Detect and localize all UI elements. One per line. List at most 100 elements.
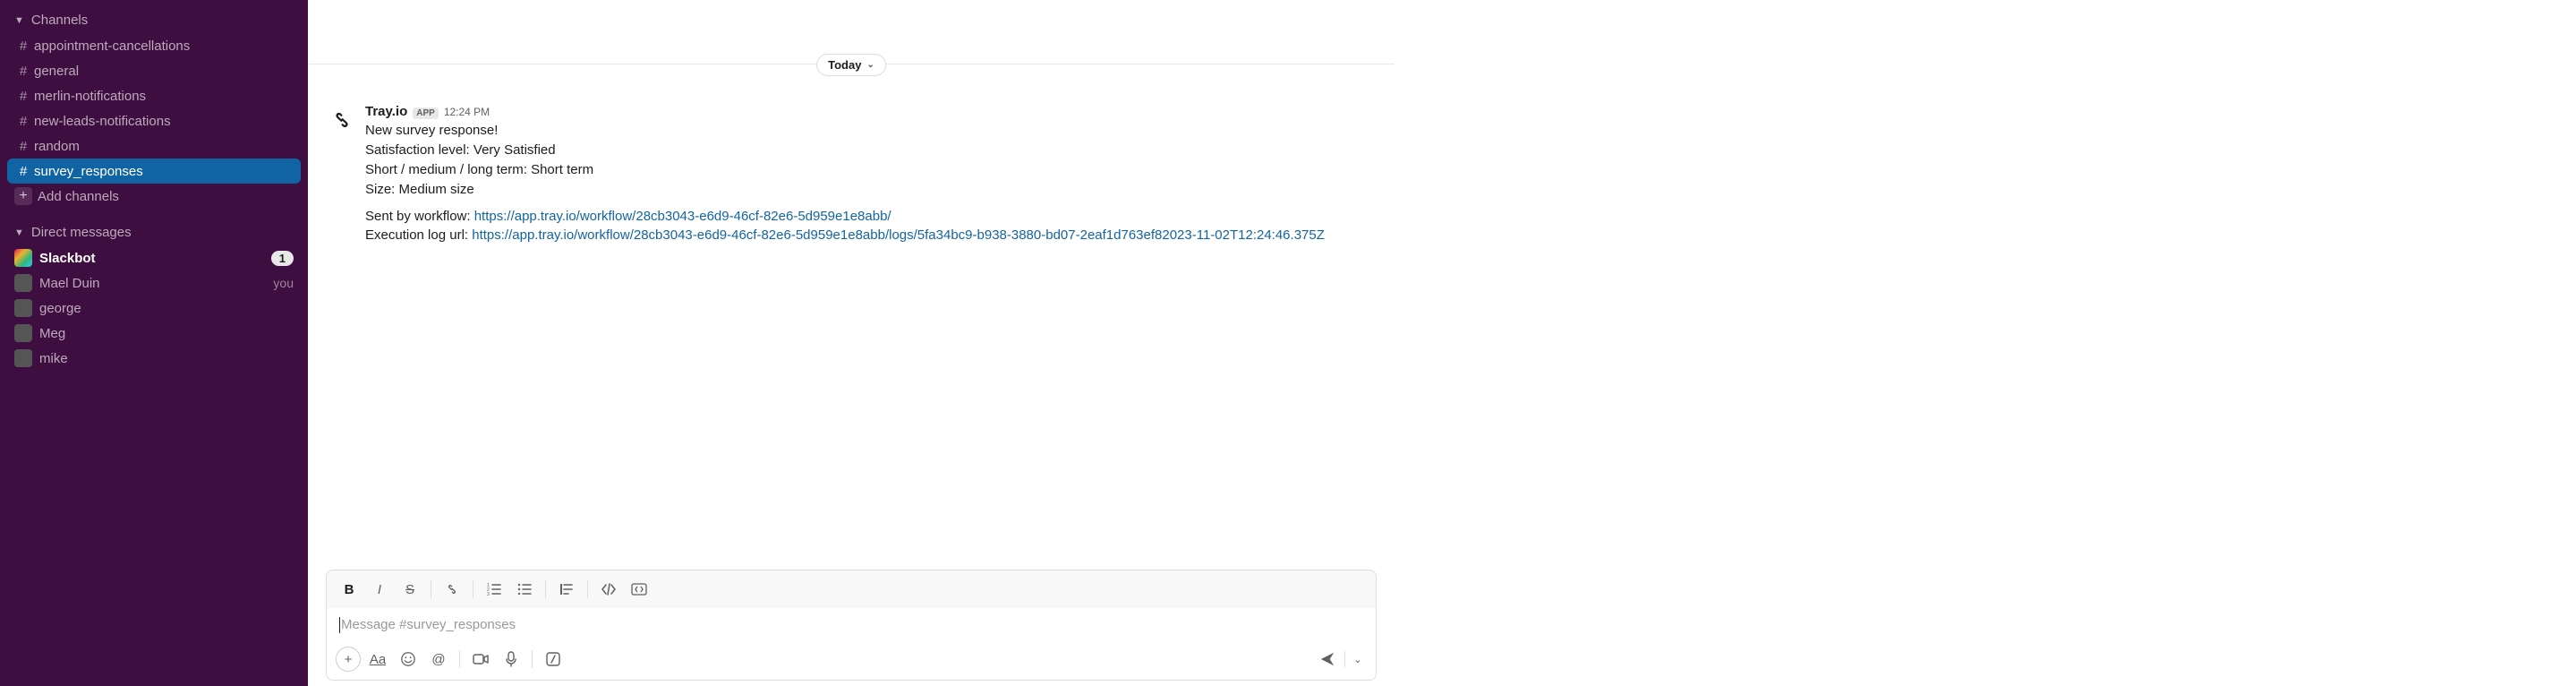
- channel-name: random: [34, 139, 80, 154]
- bold-button[interactable]: B: [336, 576, 363, 603]
- svg-text:3: 3: [487, 592, 490, 596]
- dm-item[interactable]: Mael Duin you: [0, 270, 308, 296]
- mention-button[interactable]: @: [425, 646, 452, 673]
- log-prefix: Execution log url:: [365, 227, 472, 243]
- code-block-icon: [631, 583, 647, 596]
- composer: B I S 123: [326, 570, 1377, 681]
- message-line: Satisfaction level: Very Satisfied: [365, 142, 556, 158]
- hash-icon: #: [14, 164, 32, 179]
- dm-name: Mael Duin: [39, 276, 269, 291]
- dm-item[interactable]: Meg: [0, 321, 308, 346]
- send-options-button[interactable]: ⌄: [1349, 646, 1367, 673]
- bullet-list-button[interactable]: [511, 576, 538, 603]
- channels-header-label: Channels: [31, 13, 294, 28]
- avatar: [14, 299, 32, 317]
- channel-item[interactable]: #merlin-notifications: [0, 83, 308, 108]
- avatar: [14, 249, 32, 267]
- dms-section-header[interactable]: ▼ Direct messages: [0, 219, 308, 245]
- blockquote-button[interactable]: [553, 576, 580, 603]
- message-placeholder: Message #survey_responses: [341, 617, 516, 633]
- audio-button[interactable]: [498, 646, 525, 673]
- code-icon: [601, 583, 617, 596]
- emoji-icon: [400, 651, 416, 667]
- sidebar: ▼ Channels #appointment-cancellations#ge…: [0, 0, 308, 686]
- formatting-toggle[interactable]: Aa: [364, 646, 391, 673]
- channel-item[interactable]: #appointment-cancellations: [0, 33, 308, 58]
- app-badge: APP: [413, 107, 439, 119]
- message-line: New survey response!: [365, 123, 498, 138]
- strike-button[interactable]: S: [397, 576, 423, 603]
- messages-divider-area: Today ⌄: [308, 0, 1395, 64]
- bullet-list-icon: [517, 582, 532, 596]
- composer-actions: + Aa @: [327, 642, 1376, 680]
- slash-box-icon: [545, 651, 561, 667]
- italic-button[interactable]: I: [366, 576, 393, 603]
- add-channels-label: Add channels: [38, 189, 119, 204]
- date-divider-pill[interactable]: Today ⌄: [816, 54, 886, 76]
- hash-icon: #: [14, 39, 32, 54]
- message-line: Size: Medium size: [365, 182, 474, 197]
- dm-list: Slackbot1Mael DuinyougeorgeMegmike: [0, 245, 308, 371]
- link-button[interactable]: [439, 576, 465, 603]
- caret-down-icon: ▼: [14, 15, 24, 26]
- blockquote-icon: [559, 582, 574, 596]
- mic-icon: [505, 651, 517, 667]
- unread-badge: 1: [271, 251, 294, 266]
- channel-name: survey_responses: [34, 164, 143, 179]
- message-time: 12:24 PM: [444, 106, 490, 118]
- channel-name: appointment-cancellations: [34, 39, 190, 54]
- format-toolbar: B I S 123: [327, 570, 1376, 608]
- attach-button[interactable]: +: [336, 647, 361, 672]
- dm-item[interactable]: Slackbot1: [0, 245, 308, 270]
- dm-item[interactable]: george: [0, 296, 308, 321]
- app-avatar: [326, 104, 358, 136]
- add-channels[interactable]: + Add channels: [0, 184, 308, 209]
- dm-item[interactable]: mike: [0, 346, 308, 371]
- ordered-list-icon: 123: [487, 582, 501, 596]
- caret-down-icon: ▼: [14, 227, 24, 238]
- channel-item[interactable]: #new-leads-notifications: [0, 108, 308, 133]
- link-icon: [445, 582, 459, 596]
- avatar: [14, 324, 32, 342]
- message-sender[interactable]: Tray.io: [365, 104, 407, 119]
- channels-section-header[interactable]: ▼ Channels: [0, 7, 308, 33]
- message: Tray.io APP 12:24 PM New survey response…: [326, 104, 1377, 253]
- dm-name: george: [39, 301, 294, 316]
- message-input[interactable]: Message #survey_responses: [327, 608, 1376, 642]
- dm-name: mike: [39, 351, 294, 366]
- date-label: Today: [828, 58, 861, 72]
- channel-item[interactable]: #general: [0, 58, 308, 83]
- composer-area: B I S 123: [308, 570, 1395, 686]
- dm-name: Slackbot: [39, 251, 271, 266]
- ordered-list-button[interactable]: 123: [481, 576, 508, 603]
- message-body: New survey response! Satisfaction level: …: [365, 121, 1377, 245]
- workflow-prefix: Sent by workflow:: [365, 209, 474, 224]
- emoji-button[interactable]: [395, 646, 422, 673]
- code-button[interactable]: [595, 576, 622, 603]
- code-block-button[interactable]: [626, 576, 653, 603]
- hash-icon: #: [14, 114, 32, 129]
- send-icon: [1319, 651, 1335, 667]
- channel-list: #appointment-cancellations#general#merli…: [0, 33, 308, 184]
- hash-icon: #: [14, 139, 32, 154]
- dms-header-label: Direct messages: [31, 225, 294, 240]
- avatar: [14, 274, 32, 292]
- you-label: you: [273, 276, 294, 290]
- hash-icon: #: [14, 89, 32, 104]
- shortcuts-button[interactable]: [540, 646, 567, 673]
- right-empty-area: [1395, 0, 2576, 686]
- send-button[interactable]: [1314, 646, 1341, 673]
- message-line: Short / medium / long term: Short term: [365, 162, 593, 177]
- workflow-link[interactable]: https://app.tray.io/workflow/28cb3043-e6…: [474, 209, 891, 224]
- channel-item[interactable]: #survey_responses: [7, 159, 301, 184]
- channel-item[interactable]: #random: [0, 133, 308, 159]
- main-content: Today ⌄ Tray.io APP 12:24 PM New survey …: [308, 0, 1395, 686]
- channel-name: new-leads-notifications: [34, 114, 171, 129]
- message-header: Tray.io APP 12:24 PM: [365, 104, 1377, 119]
- avatar: [14, 349, 32, 367]
- video-icon: [473, 653, 489, 665]
- link-icon: [330, 108, 354, 132]
- video-button[interactable]: [467, 646, 494, 673]
- plus-icon: +: [14, 187, 32, 205]
- log-link[interactable]: https://app.tray.io/workflow/28cb3043-e6…: [472, 227, 1325, 243]
